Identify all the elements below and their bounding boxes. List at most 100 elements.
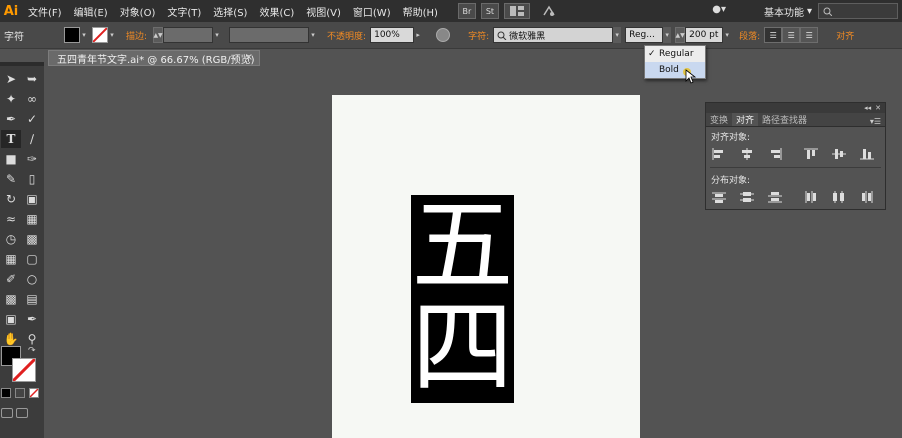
font-family-dropdown-icon[interactable]: ▾ <box>613 27 622 43</box>
artboard-tool-icon[interactable]: ▣ <box>1 310 21 328</box>
align-center-icon[interactable]: ☰ <box>782 27 801 43</box>
paintbrush-tool-icon[interactable]: ✑ <box>22 150 42 168</box>
menu-type[interactable]: 文字(T) <box>161 4 207 19</box>
horizontal-align-right-icon[interactable] <box>768 147 782 161</box>
font-size-spinner[interactable]: ▲▼ <box>675 27 686 43</box>
font-label[interactable]: 字符: <box>468 29 489 42</box>
tab-align[interactable]: 对齐 <box>732 113 759 126</box>
paragraph-label[interactable]: 段落: <box>739 29 760 42</box>
horizontal-distribute-right-icon[interactable] <box>860 190 874 204</box>
vertical-distribute-center-icon[interactable] <box>740 190 754 204</box>
opacity-dropdown-icon[interactable]: ▸ <box>414 27 422 43</box>
align-label[interactable]: 对齐 <box>836 29 854 42</box>
gpu-performance-icon[interactable] <box>540 3 558 19</box>
menu-window[interactable]: 窗口(W) <box>347 4 397 19</box>
mesh-tool-icon[interactable]: ▦ <box>1 250 21 268</box>
glyph-bottom[interactable]: 四 <box>411 298 514 400</box>
eyedropper-tool-icon[interactable]: ✐ <box>1 270 21 288</box>
workspace-switcher[interactable]: 基本功能 ▾ <box>764 4 812 19</box>
menu-file[interactable]: 文件(F) <box>22 4 68 19</box>
close-icon[interactable]: × <box>245 52 253 63</box>
gradient-tool-icon[interactable]: ▢ <box>22 250 42 268</box>
menu-edit[interactable]: 编辑(E) <box>68 4 114 19</box>
horizontal-distribute-center-icon[interactable] <box>832 190 846 204</box>
slice-tool-icon[interactable]: ✒ <box>22 310 42 328</box>
align-left-icon[interactable]: ☰ <box>764 27 783 43</box>
menu-help[interactable]: 帮助(H) <box>397 4 444 19</box>
user-icon[interactable]: ●▾ <box>712 4 726 15</box>
close-panel-icon[interactable]: ✕ <box>875 104 881 112</box>
profile-dropdown-icon[interactable]: ▾ <box>309 27 317 43</box>
gradient-mode-icon[interactable] <box>15 388 25 398</box>
scale-tool-icon[interactable]: ▣ <box>22 190 42 208</box>
shape-builder-tool-icon[interactable]: ◷ <box>1 230 21 248</box>
horizontal-align-left-icon[interactable] <box>712 147 726 161</box>
panel-menu-icon[interactable]: ▾☰ <box>870 117 885 126</box>
color-mode-icon[interactable] <box>1 388 11 398</box>
tab-pathfinder[interactable]: 路径查找器 <box>758 113 811 126</box>
curvature-tool-icon[interactable]: ✓ <box>22 110 42 128</box>
stroke-weight-field[interactable] <box>163 27 214 43</box>
direct-selection-tool-icon[interactable]: ➥ <box>22 70 42 88</box>
vertical-distribute-bottom-icon[interactable] <box>768 190 782 204</box>
selection-tool-icon[interactable]: ➤ <box>1 70 21 88</box>
document-tab[interactable]: 五四青年节文字.ai* @ 66.67% (RGB/预览) × <box>48 50 260 66</box>
vertical-align-top-icon[interactable] <box>804 147 818 161</box>
recolor-artwork-icon[interactable] <box>436 28 451 42</box>
perspective-grid-tool-icon[interactable]: ▩ <box>22 230 42 248</box>
stroke-color-box[interactable] <box>11 357 37 383</box>
stroke-swatch[interactable] <box>92 27 108 43</box>
tab-transform[interactable]: 变换 <box>706 113 732 126</box>
font-style-field[interactable]: Reg... <box>625 27 664 43</box>
fill-swatch[interactable] <box>64 27 80 43</box>
stroke-weight-spinner[interactable]: ▲▼ <box>153 27 164 43</box>
vertical-align-center-icon[interactable] <box>832 147 846 161</box>
opacity-label[interactable]: 不透明度: <box>327 29 366 42</box>
collapse-panel-icon[interactable]: ◂◂ <box>864 104 871 112</box>
stroke-weight-dropdown-icon[interactable]: ▾ <box>213 27 221 43</box>
pencil-tool-icon[interactable]: ✎ <box>1 170 21 188</box>
tools-panel-grip[interactable] <box>0 62 44 66</box>
pen-tool-icon[interactable]: ✒ <box>1 110 21 128</box>
swap-colors-icon[interactable]: ↷ <box>28 346 36 356</box>
column-graph-tool-icon[interactable]: ▤ <box>22 290 42 308</box>
free-transform-tool-icon[interactable]: ▦ <box>22 210 42 228</box>
stroke-label[interactable]: 描边: <box>126 29 147 42</box>
variable-width-profile[interactable] <box>229 27 310 43</box>
font-family-field[interactable]: 微软雅黑 <box>493 27 614 43</box>
vertical-distribute-top-icon[interactable] <box>712 190 726 204</box>
rectangle-tool-icon[interactable]: ■ <box>1 150 21 168</box>
stroke-dropdown-icon[interactable]: ▾ <box>108 27 116 43</box>
menu-view[interactable]: 视图(V) <box>300 4 347 19</box>
opacity-field[interactable]: 100% <box>370 27 415 43</box>
vertical-align-bottom-icon[interactable] <box>860 147 874 161</box>
search-input[interactable] <box>818 3 898 19</box>
width-tool-icon[interactable]: ≈ <box>1 210 21 228</box>
line-tool-icon[interactable]: ∕ <box>22 130 42 148</box>
magic-wand-tool-icon[interactable]: ✦ <box>1 90 21 108</box>
type-tool-icon[interactable]: T <box>1 130 21 148</box>
horizontal-distribute-left-icon[interactable] <box>804 190 818 204</box>
menu-option-regular[interactable]: Regular <box>645 46 705 62</box>
fill-dropdown-icon[interactable]: ▾ <box>80 27 88 43</box>
font-size-field[interactable]: 200 pt <box>685 27 724 43</box>
panel-title-bar[interactable]: ◂◂ ✕ <box>706 103 885 113</box>
menu-object[interactable]: 对象(O) <box>114 4 162 19</box>
rotate-tool-icon[interactable]: ↻ <box>1 190 21 208</box>
menu-select[interactable]: 选择(S) <box>207 4 253 19</box>
bridge-button[interactable]: Br <box>457 3 476 19</box>
glyph-top[interactable]: 五 <box>411 196 514 298</box>
stock-button[interactable]: St <box>480 3 499 19</box>
blend-tool-icon[interactable]: ○ <box>22 270 42 288</box>
eraser-tool-icon[interactable]: ▯ <box>22 170 42 188</box>
horizontal-align-center-icon[interactable] <box>740 147 754 161</box>
draw-mode-icon[interactable] <box>1 408 13 418</box>
none-mode-icon[interactable] <box>29 388 39 398</box>
menu-effect[interactable]: 效果(C) <box>253 4 300 19</box>
align-right-icon[interactable]: ☰ <box>800 27 819 43</box>
arrange-documents-icon[interactable] <box>503 3 530 19</box>
font-style-dropdown-icon[interactable]: ▾ <box>663 27 672 43</box>
symbol-sprayer-tool-icon[interactable]: ▩ <box>1 290 21 308</box>
lasso-tool-icon[interactable]: ∞ <box>22 90 42 108</box>
screen-mode-icon[interactable] <box>16 408 28 418</box>
